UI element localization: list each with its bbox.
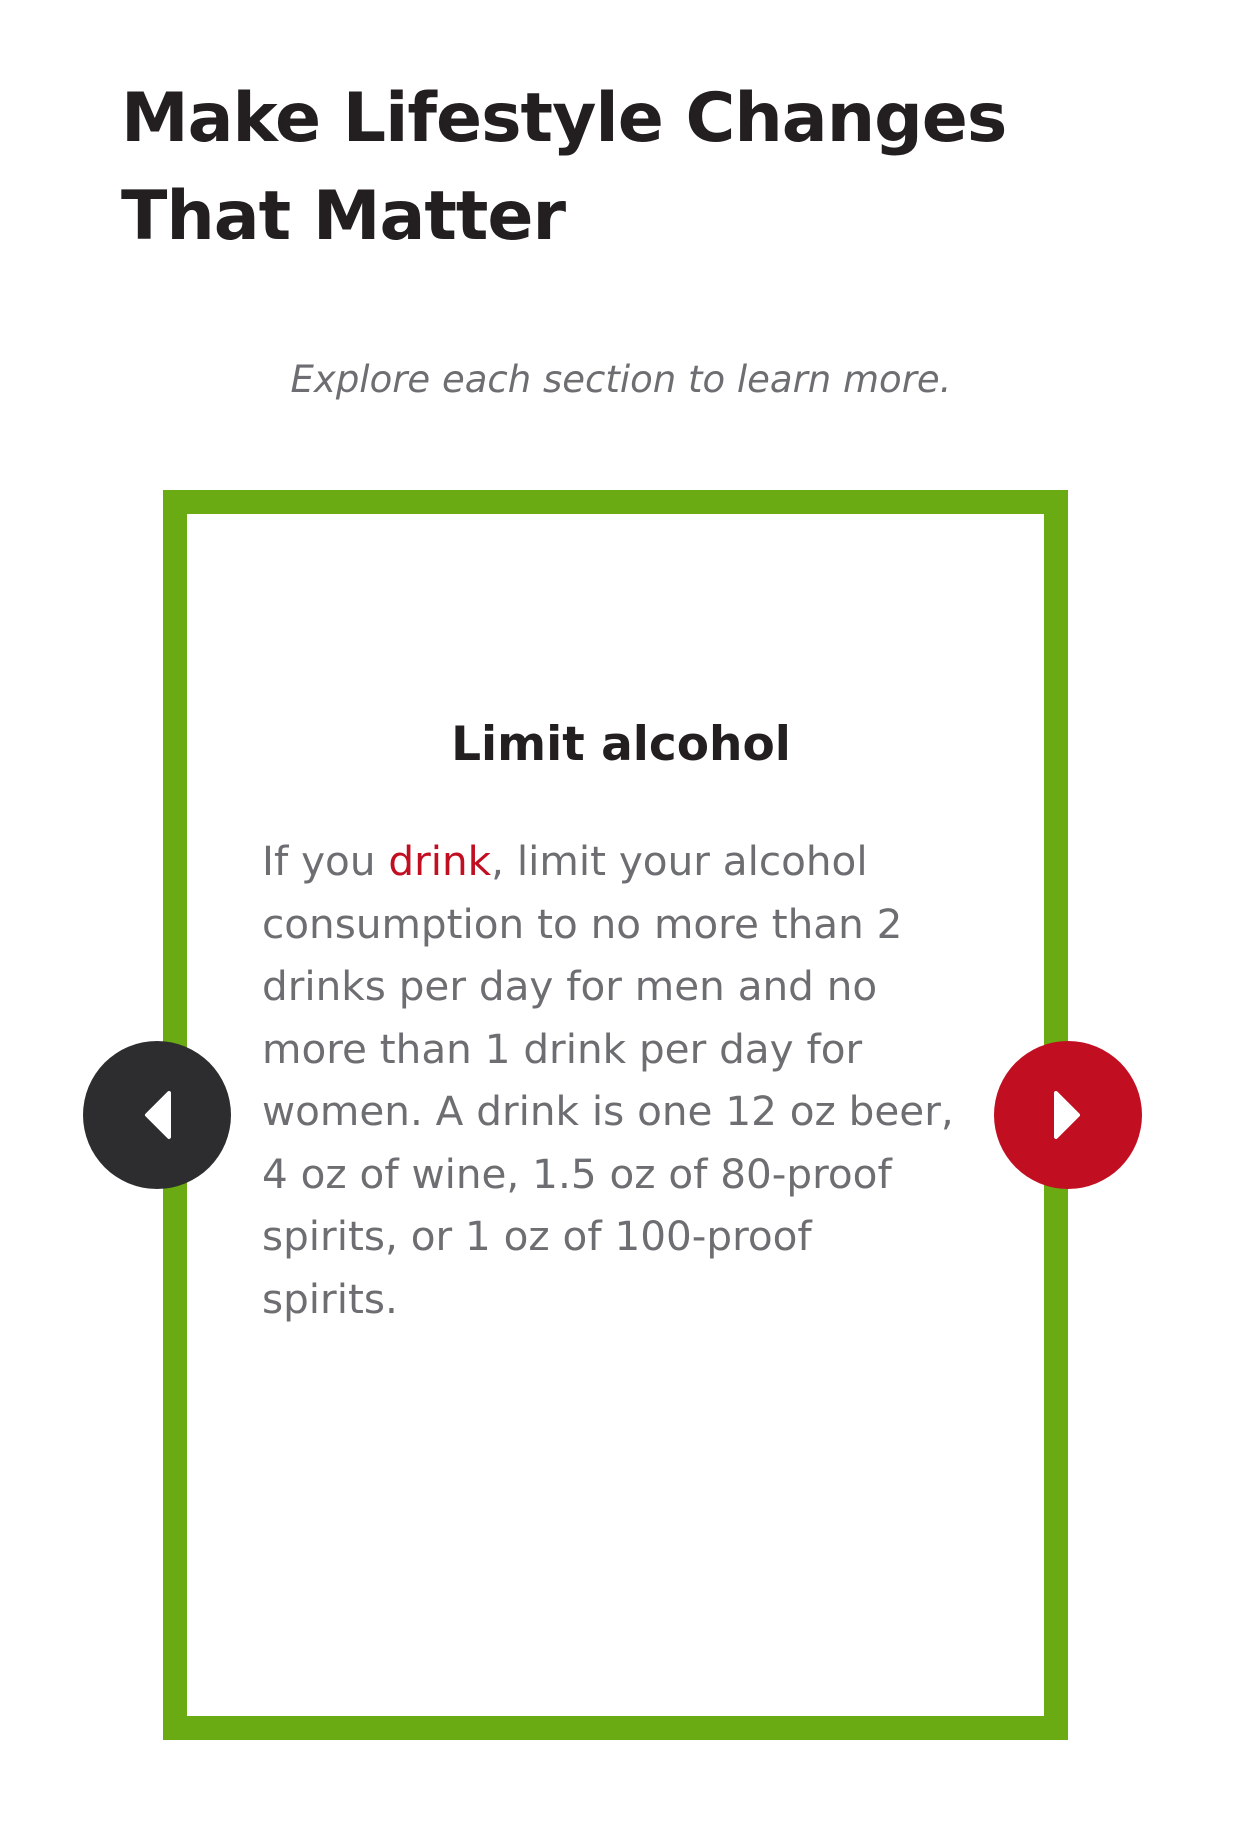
previous-slide-button[interactable]	[83, 1041, 231, 1189]
page-title-line-1: Make Lifestyle Changes	[121, 79, 1007, 158]
card-body-line: spirits, or 1 oz of 100-proof	[262, 1212, 812, 1260]
drink-link[interactable]: drink	[388, 837, 491, 885]
chevron-left-icon	[141, 1090, 173, 1140]
card-body-line: If you drink, limit your alcohol	[262, 830, 1002, 893]
next-slide-button[interactable]	[994, 1041, 1142, 1189]
intro-text: Explore each section to learn more.	[290, 358, 952, 401]
chevron-right-icon-svg	[1054, 1091, 1080, 1139]
card-body-text: , limit your alcohol	[491, 837, 868, 885]
card-body-line: more than 1 drink per day for	[262, 1024, 863, 1073]
card-body-line: 4 oz of wine, 1.5 oz of 80-proof	[262, 1149, 892, 1198]
page-title: Make Lifestyle Changes That Matter	[121, 70, 1121, 266]
card-body-line: consumption to no more than 2	[262, 899, 903, 948]
chevron-right-icon	[1052, 1090, 1084, 1140]
card-body-text: If you	[262, 837, 389, 885]
card-body-line: women. A drink is one 12 oz beer,	[262, 1087, 954, 1135]
chevron-left-icon-svg	[145, 1091, 171, 1139]
card-body: If you drink, limit your alcohol consump…	[262, 830, 1002, 1330]
card-heading: Limit alcohol	[451, 717, 791, 772]
card-body-line: spirits.	[262, 1274, 398, 1323]
page-title-line-2: That Matter	[121, 177, 566, 256]
card-body-line: drinks per day for men and no	[262, 962, 878, 1010]
